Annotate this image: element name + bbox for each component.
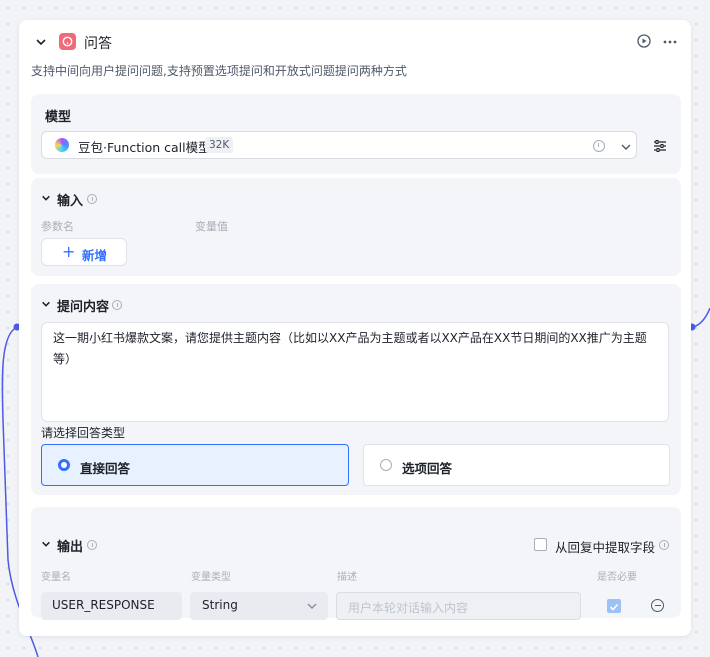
doubao-logo-icon: [55, 138, 69, 152]
param-name-header: 参数名: [41, 220, 74, 233]
extract-fields-checkbox[interactable]: [534, 538, 547, 551]
radio-unselected-icon: [380, 459, 392, 471]
chevron-down-icon[interactable]: [620, 141, 632, 153]
chevron-down-icon[interactable]: [41, 299, 51, 309]
answer-type-options-label: 选项回答: [402, 461, 453, 476]
chevron-down-icon[interactable]: [41, 539, 51, 549]
node-description: 支持中间向用户提问问题,支持预置选项提问和开放式问题提问两种方式: [31, 64, 407, 78]
chevron-down-icon: [307, 603, 317, 609]
more-icon[interactable]: [663, 40, 677, 44]
minus-circle-icon[interactable]: [651, 599, 664, 612]
info-icon[interactable]: [659, 540, 669, 550]
node-header: 问答: [19, 20, 691, 64]
play-icon[interactable]: [637, 34, 651, 48]
chevron-down-icon[interactable]: [35, 36, 47, 48]
info-icon[interactable]: [87, 194, 97, 204]
desc-header: 描述: [337, 572, 357, 583]
node-title: 问答: [84, 36, 112, 52]
var-value-header: 变量值: [195, 220, 228, 233]
add-label: 新增: [82, 248, 108, 263]
model-name: 豆包·Function call模型: [78, 140, 211, 155]
var-type-header: 变量类型: [191, 572, 231, 583]
answer-type-label: 请选择回答类型: [41, 426, 126, 440]
output-var-type-select[interactable]: String: [190, 592, 328, 620]
model-section: 模型 豆包·Function call模型 32K: [31, 94, 681, 174]
var-name-header: 变量名: [41, 572, 71, 583]
question-node-card[interactable]: 问答 支持中间向用户提问问题,支持预置选项提问和开放式问题提问两种方式 模型 豆…: [19, 20, 691, 636]
info-icon[interactable]: [593, 140, 605, 152]
answer-type-direct[interactable]: 直接回答: [41, 444, 349, 486]
answer-type-direct-label: 直接回答: [80, 461, 131, 476]
info-icon[interactable]: [87, 540, 97, 550]
output-section-title: 输出: [57, 540, 84, 555]
question-section-title: 提问内容: [57, 300, 110, 315]
output-section: 输出 从回复中提取字段 变量名 变量类型 描述 是否必要 USER_RESPON…: [31, 507, 681, 620]
output-desc-input[interactable]: 用户本轮对话输入内容: [336, 592, 581, 620]
required-checkbox[interactable]: [607, 599, 621, 613]
question-section: 提问内容 这一期小红书爆款文案，请您提供主题内容（比如以XX产品为主题或者以XX…: [31, 284, 681, 495]
output-var-type-value: String: [202, 598, 238, 612]
model-section-title: 模型: [45, 110, 72, 125]
question-icon: [59, 33, 76, 50]
info-icon[interactable]: [112, 300, 122, 310]
input-section-title: 输入: [57, 194, 84, 209]
question-content-textarea[interactable]: 这一期小红书爆款文案，请您提供主题内容（比如以XX产品为主题或者以XX产品在XX…: [41, 322, 669, 422]
settings-sliders-icon[interactable]: [653, 139, 667, 153]
add-input-button[interactable]: + 新增: [41, 238, 127, 266]
context-length-tag: 32K: [205, 137, 234, 153]
radio-selected-icon: [58, 459, 70, 471]
extract-fields-label: 从回复中提取字段: [555, 540, 656, 555]
output-var-name-field[interactable]: USER_RESPONSE: [41, 592, 182, 620]
chevron-down-icon[interactable]: [41, 193, 51, 203]
required-header: 是否必要: [597, 572, 637, 583]
plus-icon: +: [62, 242, 76, 261]
model-select[interactable]: 豆包·Function call模型 32K: [41, 131, 637, 159]
input-section: 输入 参数名 变量值 + 新增: [31, 178, 681, 276]
outgoing-edge: [692, 307, 710, 328]
answer-type-options[interactable]: 选项回答: [363, 444, 670, 486]
